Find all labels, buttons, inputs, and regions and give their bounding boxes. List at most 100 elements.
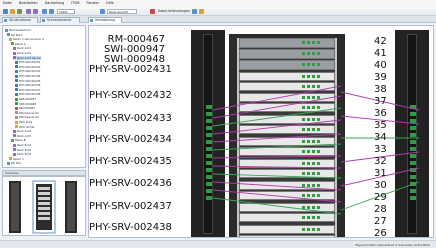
menu-itsm[interactable]: ITSM [71,0,79,7]
tree-item[interactable]: PHY-SRV-00435 [15,79,40,83]
pdu-outlet[interactable] [410,182,416,186]
help-icon[interactable] [199,9,204,14]
tree-item[interactable]: SWI-000947 [15,97,36,101]
rack-slot-device[interactable] [239,169,335,178]
pdu-outlet[interactable] [206,147,212,151]
rack-slot-device[interactable] [239,49,335,59]
pdu-outlet[interactable] [206,196,212,200]
device-label[interactable]: PHY-SRV-002432 [89,90,172,101]
tree-item[interactable]: PDU links [15,120,32,124]
rack-canvas[interactable]: RM-000467 SWI-000947 SWI-000948 PHY-SRV-002… [88,25,434,238]
menu-window[interactable]: Fenster [86,0,99,7]
tree-item[interactable]: PHY-SRV-00432 [15,65,40,69]
zoom-select[interactable]: 100% [57,9,75,14]
tab-structure-tree[interactable]: Strukturbaum [2,17,38,23]
pdu-outlet[interactable] [206,133,212,137]
rack-slot-device[interactable] [239,213,335,222]
pdu-outlet[interactable] [206,189,212,193]
filter-icon[interactable] [150,9,155,14]
tree-item[interactable]: Rack B-02 [13,148,31,152]
pdu-outlet[interactable] [410,161,416,165]
tree-item[interactable]: PHY-SRV-00433 [15,69,40,73]
zoom-out-icon[interactable] [49,9,54,14]
tree-item[interactable]: PHY-SRV-00431 [15,60,40,64]
pdu-outlet[interactable] [410,175,416,179]
zoom-in-icon[interactable] [42,9,47,14]
rack-slot-device[interactable] [239,60,335,70]
tree-item[interactable]: Raum 2 [9,157,24,161]
rack-slot-device[interactable] [239,103,335,112]
settings-icon[interactable] [192,9,197,14]
tree-item[interactable]: Rack A-02 [13,51,31,55]
tree-item[interactable]: RM-000467 [15,106,35,110]
save-icon[interactable] [17,9,22,14]
pdu-outlet[interactable] [206,154,212,158]
pdu-outlet[interactable] [206,112,212,116]
pdu-outlet[interactable] [410,133,416,137]
menu-edit[interactable]: Bearbeiten [19,0,38,7]
pdu-outlet[interactable] [206,161,212,165]
rack-slot-device[interactable] [239,225,335,234]
view-icon[interactable] [100,9,105,14]
rack-slot-device[interactable] [239,137,335,146]
tree-item[interactable]: PDU rechts [15,125,34,129]
pdu-outlet[interactable] [206,182,212,186]
pdu-outlet[interactable] [410,196,416,200]
tree-item[interactable]: PHY-SRV-00434 [15,74,40,78]
rack-slot-device[interactable] [239,159,335,168]
pdu-outlet[interactable] [206,168,212,172]
tree-item[interactable]: Rack A-01 [13,46,31,50]
tree-item[interactable]: Patchpanel 02 [15,115,39,119]
pdu-outlet[interactable] [206,105,212,109]
pdu-outlet[interactable] [206,119,212,123]
tree-item[interactable]: Rack A-05 [13,134,31,138]
right-pdu[interactable] [407,34,417,234]
tree-item[interactable]: PHY-SRV-00436 [15,83,40,87]
rack-slot-device[interactable] [239,72,335,81]
pdu-outlet[interactable] [410,168,416,172]
device-label[interactable]: PHY-SRV-002431 [89,64,172,75]
left-pdu[interactable] [203,34,213,234]
device-label[interactable]: PHY-SRV-002438 [89,222,172,233]
tree-item[interactable]: Patchpanel 01 [15,111,39,115]
rack-slot-device[interactable] [239,191,335,200]
device-label[interactable]: PHY-SRV-002436 [89,178,172,189]
pdu-outlet[interactable] [410,105,416,109]
tree-item[interactable]: Rechenzentrum [5,28,31,32]
tree-item[interactable]: Reihe B [11,138,26,142]
device-label[interactable]: PHY-SRV-002435 [89,156,172,167]
rack-slot-device[interactable] [239,181,335,190]
tree-item[interactable]: Rack B-03 [13,152,31,156]
rack-slot-device[interactable] [239,235,335,237]
menu-view[interactable]: Darstellung [45,0,65,7]
pdu-outlet[interactable] [410,119,416,123]
pdu-outlet[interactable] [206,140,212,144]
tab-rack-view[interactable]: Schrankansicht [40,17,80,23]
pdu-outlet[interactable] [410,140,416,144]
tree-item[interactable]: Reihe A [11,42,26,46]
tree-item[interactable]: Rack A-03 Server [13,55,42,60]
pdu-outlet[interactable] [410,189,416,193]
tree-item[interactable]: RZ Nord [7,33,22,37]
device-label[interactable]: PHY-SRV-002434 [89,134,172,145]
tree-item[interactable]: PHY-SRV-00437 [15,88,40,92]
view-select[interactable]: Rack-Ansicht [107,9,137,14]
menu-help[interactable]: Hilfe [106,0,114,7]
device-label[interactable]: PHY-SRV-002437 [89,201,172,212]
rack-slot-device[interactable] [239,125,335,134]
pdu-outlet[interactable] [206,175,212,179]
menu-file[interactable]: Datei [3,0,12,7]
rack-slot-device[interactable] [239,115,335,124]
tab-cabling[interactable]: Verkabelung [88,17,122,23]
structure-tree[interactable]: Rechenzentrum RZ Nord Raum 1 Serverraum AR… [2,25,86,168]
rack-slot-device[interactable] [239,82,335,91]
tree-item[interactable]: RZ Süd [7,161,21,165]
redo-icon[interactable] [33,9,38,14]
rack-slot-device[interactable] [239,93,335,102]
pdu-outlet[interactable] [410,126,416,130]
open-icon[interactable] [10,9,15,14]
pdu-outlet[interactable] [410,154,416,158]
device-label[interactable]: PHY-SRV-002433 [89,113,172,124]
tree-item[interactable]: Rack A-04 [13,129,31,133]
tree-item[interactable]: Rack B-01 [13,143,31,147]
